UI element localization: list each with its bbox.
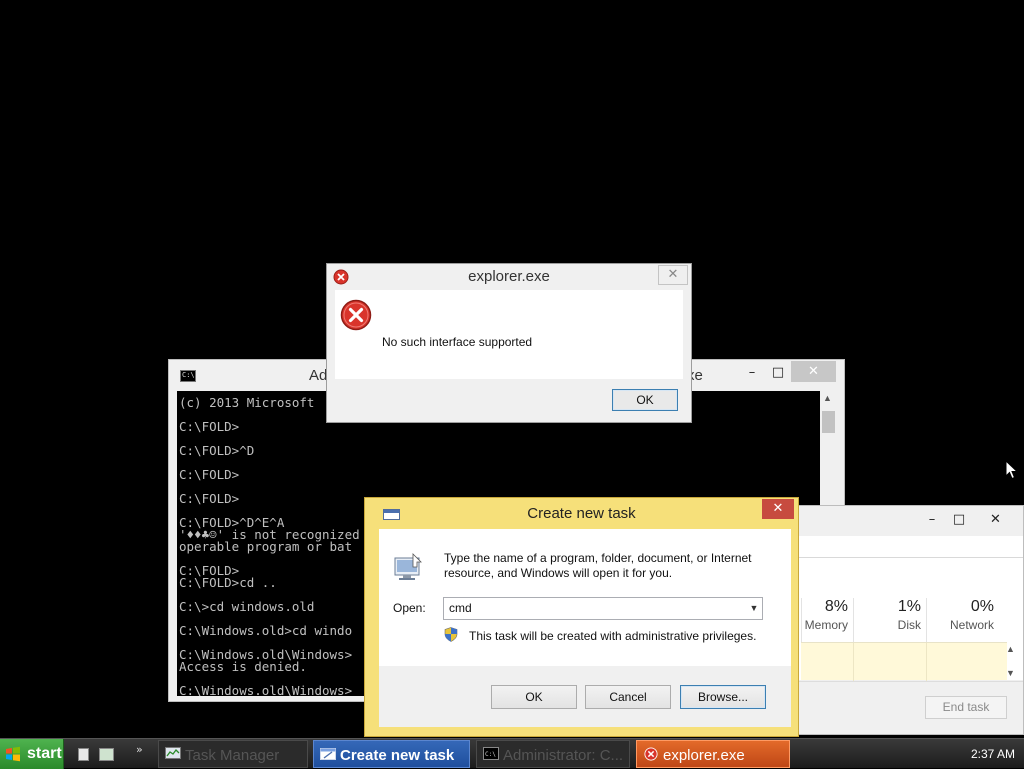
- admin-privileges-note: This task will be created with administr…: [469, 629, 757, 643]
- error-icon: [340, 299, 372, 331]
- run-dialog-title: Create new task: [527, 505, 636, 522]
- uac-shield-icon: [444, 627, 458, 642]
- error-icon: [644, 747, 658, 761]
- tm-column-memory[interactable]: 8% Memory: [801, 598, 853, 642]
- open-combobox[interactable]: cmd: [443, 597, 763, 620]
- tm-footer: End task: [761, 681, 1023, 733]
- cmd-window-icon: C:\: [180, 370, 196, 382]
- desktop: C:\ Ad xe – □ ✕ (c) 2013 Microsoft C:\FOL…: [0, 0, 1024, 738]
- error-message: No such interface supported: [382, 335, 533, 349]
- scroll-up-arrow-icon[interactable]: ▲: [1006, 644, 1015, 654]
- disk-percent: 1%: [897, 598, 921, 615]
- console-line: C:\FOLD>: [179, 467, 240, 482]
- document-icon[interactable]: [78, 748, 89, 761]
- task-manager-icon: [165, 747, 181, 759]
- tm-close-button[interactable]: ✕: [973, 509, 1018, 531]
- taskbar-label: Administrator: C...: [503, 747, 624, 764]
- taskbar-clock[interactable]: 2:37 AM: [971, 747, 1015, 761]
- quick-launch-chevron[interactable]: »: [136, 743, 143, 756]
- explorer-error-dialog[interactable]: explorer.exe ✕ No such interface support…: [326, 263, 692, 423]
- windows-logo-icon: [6, 746, 20, 762]
- tm-process-table[interactable]: 8% Memory 1% Disk 0% Network ▲ ▼: [761, 558, 1023, 682]
- tm-scrollbar[interactable]: ▲ ▼: [1003, 642, 1020, 682]
- run-dialog-client: Type the name of a program, folder, docu…: [379, 529, 791, 727]
- chevron-down-icon[interactable]: ▼: [746, 598, 762, 619]
- command-prompt-icon: C:\: [483, 747, 499, 760]
- create-new-task-dialog[interactable]: Create new task ✕ Type the name of a pro…: [364, 497, 799, 737]
- taskbar-label: explorer.exe: [663, 747, 745, 764]
- tm-column-network[interactable]: 0% Network: [926, 598, 999, 642]
- cancel-button[interactable]: Cancel: [585, 685, 671, 709]
- disk-label: Disk: [897, 618, 921, 632]
- taskbar-administrator-cmd[interactable]: C:\ Administrator: C...: [476, 740, 630, 768]
- cmd-close-button[interactable]: ✕: [791, 361, 836, 382]
- scroll-down-arrow-icon[interactable]: ▼: [1006, 668, 1015, 678]
- taskbar-label: Task Manager: [185, 747, 280, 764]
- memory-label: Memory: [804, 618, 848, 632]
- table-row[interactable]: [801, 642, 1007, 681]
- tm-minimize-button[interactable]: –: [921, 509, 943, 531]
- cmd-title-text: Ad: [309, 367, 328, 384]
- end-task-button[interactable]: End task: [925, 696, 1007, 719]
- run-window-icon: [320, 748, 336, 760]
- scroll-up-arrow-icon[interactable]: ▲: [823, 393, 832, 403]
- desktop-icon[interactable]: [99, 748, 114, 761]
- mouse-cursor-icon: [1005, 460, 1019, 480]
- tm-maximize-button[interactable]: □: [948, 509, 970, 531]
- taskbar-explorer-error[interactable]: explorer.exe: [636, 740, 790, 768]
- run-dialog-panel: Type the name of a program, folder, docu…: [379, 529, 791, 666]
- error-dialog-body: No such interface supported: [335, 290, 683, 379]
- cmd-scroll-thumb[interactable]: [822, 411, 835, 433]
- start-label: start: [27, 745, 62, 762]
- run-description: Type the name of a program, folder, docu…: [444, 551, 752, 580]
- browse-button[interactable]: Browse...: [680, 685, 766, 709]
- error-dialog-close-button[interactable]: ✕: [658, 265, 688, 285]
- error-dialog-title: explorer.exe: [468, 268, 550, 285]
- ok-button[interactable]: OK: [491, 685, 577, 709]
- task-manager-window[interactable]: – □ ✕ 8% Memory 1% Disk 0% Network ▲ ▼ E…: [760, 505, 1024, 735]
- taskbar-label: Create new task: [340, 747, 455, 764]
- run-dialog-close-button[interactable]: ✕: [762, 499, 794, 519]
- network-percent: 0%: [970, 598, 994, 615]
- taskbar: start » Task Manager Create new task C:\…: [0, 738, 1024, 769]
- cmd-minimize-button[interactable]: –: [741, 362, 763, 386]
- console-line: C:\FOLD>^D: [179, 443, 255, 458]
- table-cell: [853, 643, 926, 681]
- open-label: Open:: [393, 601, 426, 615]
- error-ok-button[interactable]: OK: [612, 389, 678, 411]
- taskbar-create-new-task[interactable]: Create new task: [313, 740, 470, 768]
- memory-percent: 8%: [824, 598, 848, 615]
- table-cell: [926, 643, 999, 681]
- tm-tab-strip[interactable]: [761, 536, 1023, 558]
- tm-column-disk[interactable]: 1% Disk: [853, 598, 926, 642]
- svg-text:C:\: C:\: [485, 751, 496, 758]
- cmd-maximize-button[interactable]: □: [767, 362, 789, 386]
- taskbar-task-manager[interactable]: Task Manager: [158, 740, 308, 768]
- network-label: Network: [949, 618, 994, 632]
- start-button[interactable]: start: [0, 739, 64, 769]
- run-program-icon: [394, 553, 422, 580]
